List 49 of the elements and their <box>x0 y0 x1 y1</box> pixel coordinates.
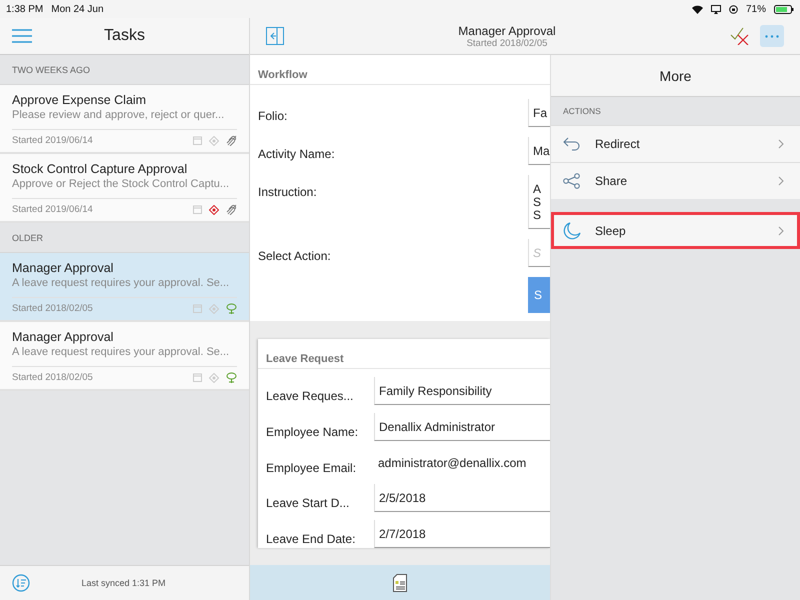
status-date: Mon 24 Jun <box>51 4 104 14</box>
calendar-icon <box>193 373 202 382</box>
chevron-right-icon <box>778 226 784 236</box>
more-button[interactable] <box>760 25 784 47</box>
task-item[interactable]: Approve Expense Claim Please review and approve, reject or quer... Started 2019/06/14 <box>0 85 249 154</box>
action-item[interactable]: Share <box>551 162 800 199</box>
task-item[interactable]: Manager Approval A leave request requires your approval. Se... Started 2018/02/05 <box>0 322 249 391</box>
sort-icon[interactable] <box>12 574 30 592</box>
calendar-icon <box>193 205 202 214</box>
chevron-right-icon <box>778 176 784 186</box>
panel-title: More <box>551 55 800 97</box>
task-item[interactable]: Manager Approval A leave request requires your approval. Se... Started 2018/02/05 <box>0 253 249 322</box>
sidebar-toggle-icon[interactable] <box>266 27 284 45</box>
screen-icon <box>710 4 721 14</box>
field-label: Activity Name: <box>258 146 336 161</box>
field-label: Leave Start D... <box>266 495 350 510</box>
field-label: Employee Email: <box>266 460 358 475</box>
field-label: Select Action: <box>258 248 332 263</box>
approve-reject-icon[interactable] <box>730 27 750 45</box>
calendar-icon <box>193 304 202 313</box>
action-item[interactable]: Redirect <box>551 125 800 162</box>
action-item[interactable]: Sleep <box>551 212 800 249</box>
calendar-icon <box>193 136 202 145</box>
status-time: 1:38 PM <box>6 4 44 14</box>
field-label: Leave Reques... <box>266 388 354 403</box>
moon-icon <box>563 222 581 240</box>
return-arrow-icon <box>563 137 581 151</box>
detail-title: Manager Approval <box>458 24 556 38</box>
task-item[interactable]: Stock Control Capture Approval Approve or Reject the Stock Control Captu... Started 2019/06/14 <box>0 154 249 223</box>
card-heading: Workflow <box>250 55 550 85</box>
ellipsis-icon <box>765 34 779 38</box>
chevron-right-icon <box>778 139 784 149</box>
card-heading: Leave Request <box>258 339 550 369</box>
sync-status: Last synced 1:31 PM <box>80 578 167 588</box>
share-icon <box>563 173 581 189</box>
lock-rotation-icon <box>728 4 738 14</box>
battery-percentage: 71% <box>746 4 766 14</box>
battery-icon <box>774 4 794 14</box>
menu-icon[interactable] <box>12 29 32 43</box>
field-label: Folio: <box>258 108 288 123</box>
field-value: administrator@denallix.com <box>377 455 528 472</box>
field-label: Employee Name: <box>266 424 360 439</box>
wifi-icon <box>692 4 703 14</box>
field-label: Instruction: <box>258 184 318 199</box>
field-label: Leave End Date: <box>266 531 356 546</box>
panel-title: Tasks <box>103 27 146 45</box>
section-header: ACTIONS <box>562 105 602 118</box>
detail-subtitle: Started 2018/02/05 <box>466 38 548 48</box>
document-icon[interactable] <box>393 574 407 592</box>
